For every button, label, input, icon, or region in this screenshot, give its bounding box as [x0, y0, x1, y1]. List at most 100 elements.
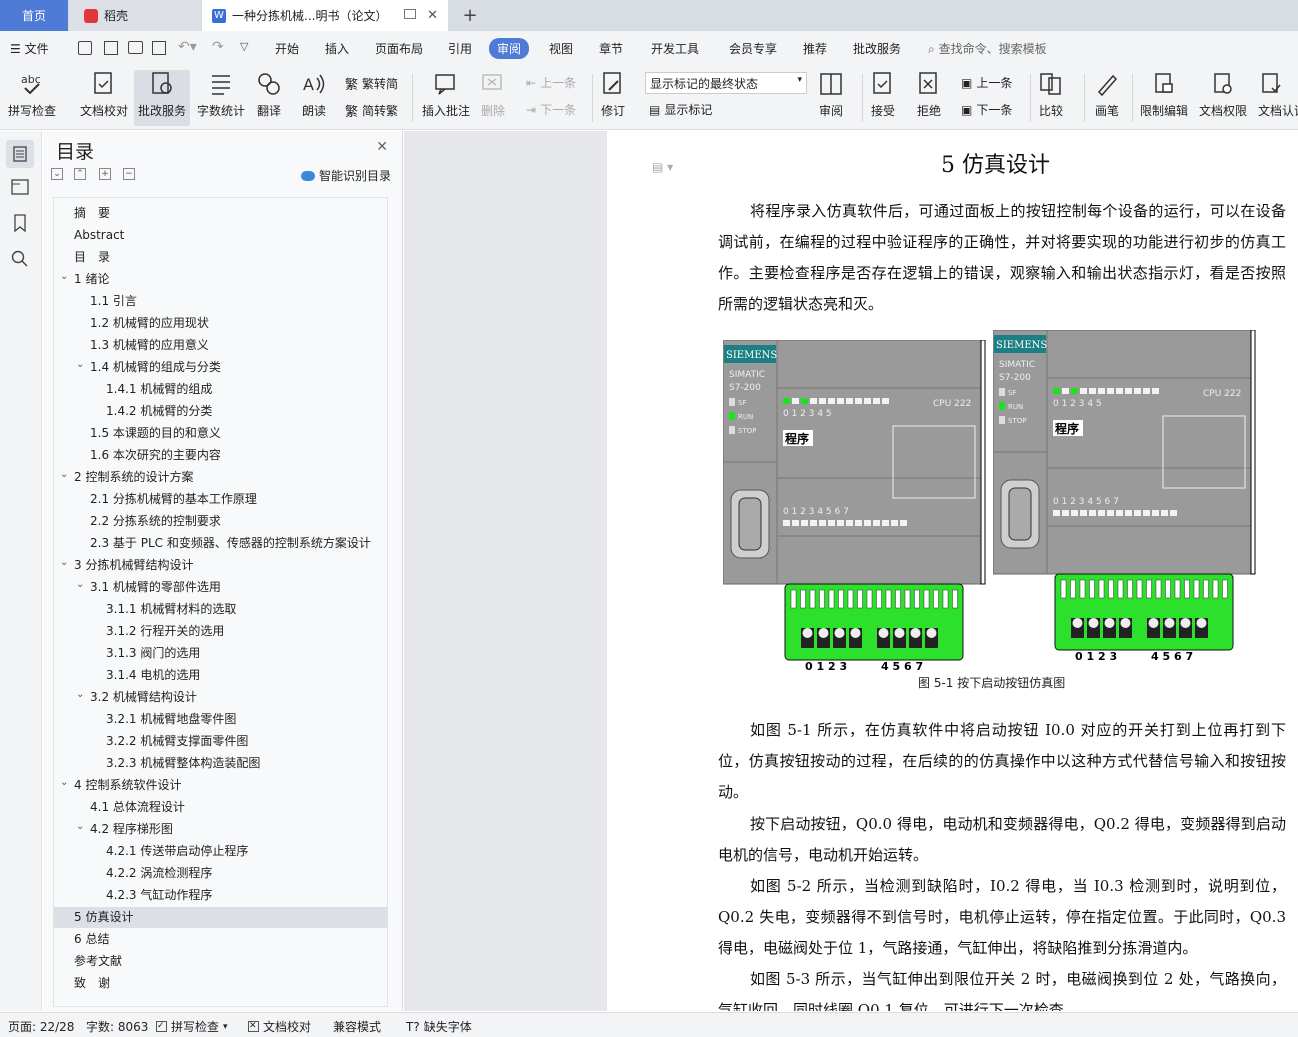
tab-daoke[interactable]: 稻壳	[70, 0, 200, 31]
toc-item[interactable]: 摘 要	[74, 203, 110, 224]
page-menu-icon[interactable]: ▤ ▾	[652, 160, 673, 174]
toc-item[interactable]: 4.2 程序梯形图	[90, 819, 173, 840]
save-icon[interactable]	[78, 41, 92, 55]
toc-item[interactable]: 3.2.3 机械臂整体构造装配图	[106, 753, 260, 774]
toc-item[interactable]: 1.3 机械臂的应用意义	[90, 335, 209, 356]
collapse-all-icon[interactable]: ⌄	[51, 168, 63, 180]
accept-button[interactable]: 接受	[870, 70, 896, 119]
toc-item[interactable]: 3.1 机械臂的零部件选用	[90, 577, 221, 598]
chevron-down-icon[interactable]: ⌄	[76, 689, 84, 700]
print-icon[interactable]	[128, 41, 143, 54]
chevron-down-icon[interactable]: ⌄	[76, 821, 84, 832]
chevron-down-icon[interactable]: ⌄	[76, 359, 84, 370]
track-changes-button[interactable]: 修订	[600, 70, 626, 119]
export-icon[interactable]	[104, 41, 118, 55]
toc-item[interactable]: 1.5 本课题的目的和意义	[90, 423, 221, 444]
spell-check-button[interactable]: abc 拼写检查	[8, 70, 56, 119]
next-change-button[interactable]: ▣ 下一条	[961, 101, 1012, 118]
toc-item[interactable]: 1.4 机械臂的组成与分类	[90, 357, 221, 378]
toc-item[interactable]: 4.2.2 涡流检测程序	[106, 863, 212, 884]
toc-item[interactable]: 1.4.1 机械臂的组成	[106, 379, 212, 400]
review-pane-button[interactable]: 审阅	[818, 70, 844, 119]
toc-item[interactable]: 3.2.2 机械臂支撑面零件图	[106, 731, 248, 752]
show-markup-button[interactable]: ▤ 显示标记	[649, 101, 712, 118]
document-rights-button[interactable]: 文档权限	[1199, 70, 1247, 119]
pen-button[interactable]: 画笔	[1094, 70, 1120, 119]
menu-reference[interactable]: 引用	[448, 40, 472, 57]
toc-item[interactable]: 1 绪论	[74, 269, 109, 290]
delete-comment-button[interactable]: 删除	[480, 70, 506, 119]
toc-item[interactable]: 目 录	[74, 247, 110, 268]
add-heading-icon[interactable]: +	[99, 168, 111, 180]
menu-file[interactable]: ☰ 文件	[10, 40, 49, 57]
word-count[interactable]: 字数: 8063	[86, 1018, 148, 1035]
menu-insert[interactable]: 插入	[325, 40, 349, 57]
toc-item[interactable]: 4.1 总体流程设计	[90, 797, 185, 818]
screen-icon[interactable]	[404, 9, 416, 19]
menu-view[interactable]: 视图	[549, 40, 573, 57]
toc-item[interactable]: 2.2 分拣系统的控制要求	[90, 511, 221, 532]
toc-panel-button[interactable]	[6, 140, 34, 168]
chevron-down-icon[interactable]: ⌄	[60, 271, 68, 282]
spell-check-status[interactable]: ✓ 拼写检查 ▾	[156, 1018, 228, 1035]
undo-icon[interactable]: ↶▾	[178, 39, 197, 55]
simp-to-trad-button[interactable]: 繁简转繁	[345, 101, 398, 120]
navigation-button[interactable]	[10, 177, 30, 197]
grading-service-button[interactable]: 批改服务	[134, 70, 190, 126]
chevron-down-icon[interactable]: ⌄	[60, 557, 68, 568]
command-search[interactable]: ⌕ 查找命令、搜索模板	[928, 40, 1047, 57]
restrict-editing-button[interactable]: 限制编辑	[1140, 70, 1188, 119]
toc-item[interactable]: Abstract	[74, 225, 124, 246]
markup-mode-select[interactable]: 显示标记的最终状态 ▾	[645, 72, 807, 94]
menu-start[interactable]: 开始	[275, 40, 299, 57]
toc-item[interactable]: 4.2.1 传送带启动停止程序	[106, 841, 248, 862]
chevron-down-icon[interactable]: ⌄	[60, 469, 68, 480]
toc-item[interactable]: 1.4.2 机械臂的分类	[106, 401, 212, 422]
menu-grading[interactable]: 批改服务	[853, 40, 901, 57]
toc-item[interactable]: 6 总结	[74, 929, 109, 950]
toc-item[interactable]: 1.6 本次研究的主要内容	[90, 445, 221, 466]
toc-item[interactable]: 2 控制系统的设计方案	[74, 467, 193, 488]
compare-button[interactable]: 比较	[1038, 70, 1064, 119]
toc-item[interactable]: 3.1.4 电机的选用	[106, 665, 200, 686]
print-preview-icon[interactable]	[152, 41, 166, 55]
chevron-down-icon[interactable]: ⌄	[76, 579, 84, 590]
menu-review[interactable]: 审阅	[489, 38, 530, 59]
toc-item[interactable]: 2.1 分拣机械臂的基本工作原理	[90, 489, 257, 510]
proofread-button[interactable]: 文档校对	[80, 70, 128, 119]
prev-comment-button[interactable]: ⇤ 上一条	[526, 74, 576, 91]
toc-item[interactable]: 1.2 机械臂的应用现状	[90, 313, 209, 334]
menu-chapter[interactable]: 章节	[599, 40, 623, 57]
toc-item[interactable]: 3.2 机械臂结构设计	[90, 687, 197, 708]
translate-button[interactable]: 翻译	[256, 70, 282, 119]
toc-item[interactable]: 3.1.1 机械臂材料的选取	[106, 599, 236, 620]
redo-icon[interactable]: ↷	[212, 39, 224, 55]
tab-document[interactable]: W 一种分拣机械...明书（论文） ✕	[202, 0, 448, 31]
read-aloud-button[interactable]: A 朗读	[301, 70, 327, 119]
toc-item[interactable]: 3.1.2 行程开关的选用	[106, 621, 224, 642]
new-tab-button[interactable]: +	[458, 0, 482, 31]
trad-to-simp-button[interactable]: 繁繁转简	[345, 74, 398, 93]
word-count-button[interactable]: 字数统计	[197, 70, 245, 119]
toc-item[interactable]: 1.1 引言	[90, 291, 137, 312]
insert-comment-button[interactable]: 插入批注	[422, 70, 470, 119]
close-tab-icon[interactable]: ✕	[427, 8, 438, 23]
toc-item[interactable]: 2.3 基于 PLC 和变频器、传感器的控制系统方案设计	[90, 533, 371, 554]
tab-home[interactable]: 首页	[0, 0, 68, 31]
expand-up-icon[interactable]: ⌃	[74, 168, 86, 180]
bookmark-button[interactable]	[10, 213, 30, 233]
missing-font-status[interactable]: T? 缺失字体	[406, 1018, 472, 1035]
toc-item[interactable]: 4.2.3 气缸动作程序	[106, 885, 212, 906]
toc-item[interactable]: 5 仿真设计	[54, 907, 388, 928]
toc-item[interactable]: 4 控制系统软件设计	[74, 775, 181, 796]
menu-layout[interactable]: 页面布局	[375, 40, 423, 57]
prev-change-button[interactable]: ▣ 上一条	[961, 74, 1012, 91]
menu-developer[interactable]: 开发工具	[651, 40, 699, 57]
document-cert-button[interactable]: 文档认证	[1258, 70, 1298, 119]
more-icon[interactable]: ▽	[240, 40, 248, 53]
toc-item[interactable]: 致 谢	[74, 973, 110, 994]
remove-heading-icon[interactable]: −	[123, 168, 135, 180]
toc-item[interactable]: 3.2.1 机械臂地盘零件图	[106, 709, 236, 730]
proofread-status[interactable]: ✕ 文档校对	[248, 1018, 311, 1035]
chevron-down-icon[interactable]: ⌄	[60, 777, 68, 788]
